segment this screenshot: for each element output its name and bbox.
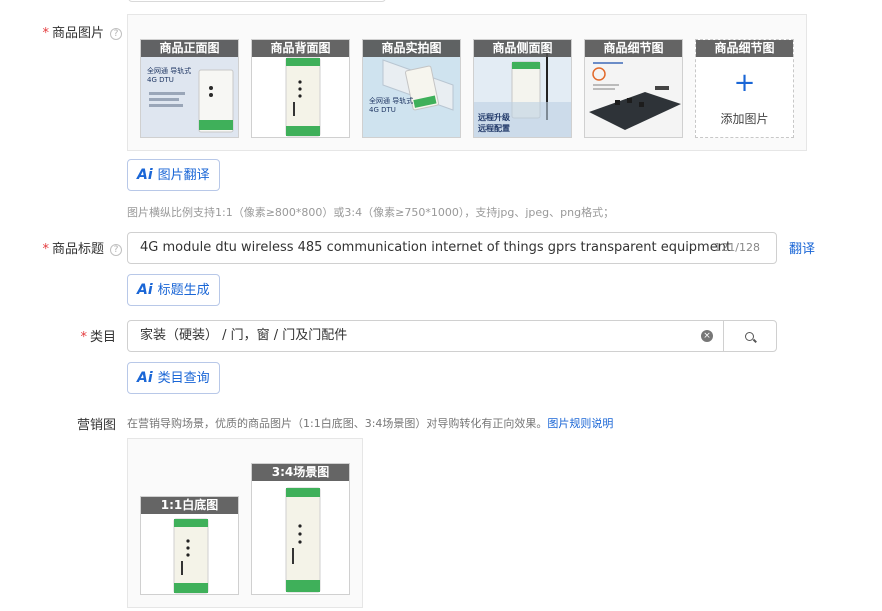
product-image-back[interactable]: 商品背面图 xyxy=(251,39,350,138)
product-title-input[interactable]: 4G module dtu wireless 485 communication… xyxy=(127,232,777,264)
category-value: 家装（硬装） / 门，窗 / 门及门配件 xyxy=(140,328,348,343)
thumbnail-caption: 商品细节图 xyxy=(585,40,682,57)
category-label: * 类目 xyxy=(80,330,116,345)
category-search-button[interactable] xyxy=(723,320,777,352)
help-icon[interactable]: ? xyxy=(110,27,122,40)
required-mark: * xyxy=(42,242,49,257)
thumbnail-caption: 商品正面图 xyxy=(141,40,238,57)
category-query-button[interactable]: Ai 类目查询 xyxy=(127,362,220,394)
thumbnail-caption: 商品侧面图 xyxy=(474,40,571,57)
plus-icon: + xyxy=(733,68,756,98)
add-image-label: 添加图片 xyxy=(720,112,769,126)
product-title-label: * 商品标题? xyxy=(30,238,122,257)
marketing-hint: 在营销导购场景，优质的商品图片（1:1白底图、3:4场景图）对导购转化有正向效果… xyxy=(127,417,614,430)
image-translate-button[interactable]: Ai 图片翻译 xyxy=(127,159,220,191)
side-image-text-2: 远程配置 xyxy=(478,124,510,133)
search-icon xyxy=(745,332,754,341)
side-image-text-1: 远程升级 xyxy=(478,113,510,122)
category-query-label: 类目查询 xyxy=(157,371,210,386)
marketing-label: 营销图 xyxy=(76,418,116,433)
real-image-text-2: 4G DTU xyxy=(369,106,396,114)
product-title-value: 4G module dtu wireless 485 communication… xyxy=(140,240,732,255)
image-rules-link[interactable]: 图片规则说明 xyxy=(547,417,613,430)
product-image-real[interactable]: 全网通 导轨式 4G DTU 商品实拍图 xyxy=(362,39,461,138)
required-mark: * xyxy=(42,26,49,41)
category-input[interactable]: 家装（硬装） / 门，窗 / 门及门配件 × xyxy=(127,320,724,352)
scene-image-art xyxy=(252,464,349,594)
front-image-text-2: 4G DTU xyxy=(147,76,174,84)
add-image-slot[interactable]: 商品细节图 + 添加图片 xyxy=(695,39,794,138)
translate-link[interactable]: 翻译 xyxy=(789,238,815,257)
product-images-label: * 商品图片? xyxy=(30,22,122,41)
help-icon[interactable]: ? xyxy=(110,243,122,256)
real-image-text-1: 全网通 导轨式 xyxy=(369,97,414,105)
thumbnail-caption: 商品背面图 xyxy=(252,40,349,57)
add-slot-caption: 商品细节图 xyxy=(696,40,793,57)
title-char-counter: 121/128 xyxy=(714,241,760,254)
ai-icon: Ai xyxy=(137,370,153,386)
marketing-caption: 3:4场景图 xyxy=(252,464,349,481)
thumbnail-caption: 商品实拍图 xyxy=(363,40,460,57)
title-generate-button[interactable]: Ai 标题生成 xyxy=(127,274,220,306)
product-image-detail[interactable]: 商品细节图 xyxy=(584,39,683,138)
clear-icon[interactable]: × xyxy=(701,330,713,342)
title-generate-label: 标题生成 xyxy=(157,283,210,298)
ai-icon: Ai xyxy=(137,282,153,298)
previous-field-input[interactable] xyxy=(128,0,386,2)
product-image-front[interactable]: 全网通 导轨式 4G DTU 商品正面图 xyxy=(140,39,239,138)
marketing-image-white-bg[interactable]: 1:1白底图 xyxy=(140,496,239,595)
marketing-caption: 1:1白底图 xyxy=(141,497,238,514)
required-mark: * xyxy=(80,330,87,345)
marketing-image-scene[interactable]: 3:4场景图 xyxy=(251,463,350,595)
image-translate-label: 图片翻译 xyxy=(157,168,210,183)
marketing-images-panel: 1:1白底图 3:4场景图 xyxy=(127,438,363,608)
ai-icon: Ai xyxy=(137,167,153,183)
product-image-side[interactable]: 远程升级 远程配置 商品侧面图 xyxy=(473,39,572,138)
product-images-panel: 全网通 导轨式 4G DTU 商品正面图 商品背面图 全网通 导轨式 4G DT… xyxy=(127,14,807,151)
front-image-text-1: 全网通 导轨式 xyxy=(147,67,192,75)
image-requirements-hint: 图片横纵比例支持1:1（像素≥800*800）或3:4（像素≥750*1000）… xyxy=(127,206,615,219)
